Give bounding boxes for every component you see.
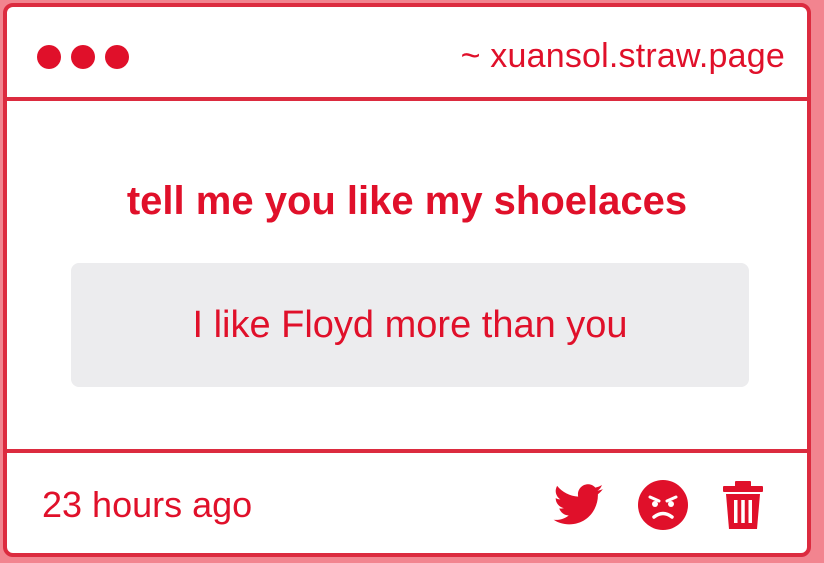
message-card: ~ xuansol.straw.page tell me you like my…: [3, 3, 811, 557]
card-header: ~ xuansol.straw.page: [7, 7, 807, 101]
twitter-share-button[interactable]: [553, 484, 605, 526]
timestamp: 23 hours ago: [42, 484, 253, 525]
angry-reaction-button[interactable]: [637, 479, 689, 531]
window-dot: [37, 45, 61, 69]
window-dots: [37, 45, 129, 69]
twitter-icon: [553, 484, 604, 525]
delete-button[interactable]: [721, 480, 765, 530]
trash-icon: [723, 481, 763, 529]
card-footer: 23 hours ago: [7, 453, 807, 557]
window-dot: [71, 45, 95, 69]
site-link[interactable]: ~ xuansol.straw.page: [461, 37, 785, 76]
answer-box: I like Floyd more than you: [71, 263, 749, 387]
angry-face-icon: [638, 480, 688, 530]
action-bar: [553, 479, 765, 531]
card-body: tell me you like my shoelaces I like Flo…: [7, 101, 807, 453]
answer-text: I like Floyd more than you: [192, 303, 628, 346]
question-text: tell me you like my shoelaces: [126, 179, 688, 223]
window-dot: [105, 45, 129, 69]
